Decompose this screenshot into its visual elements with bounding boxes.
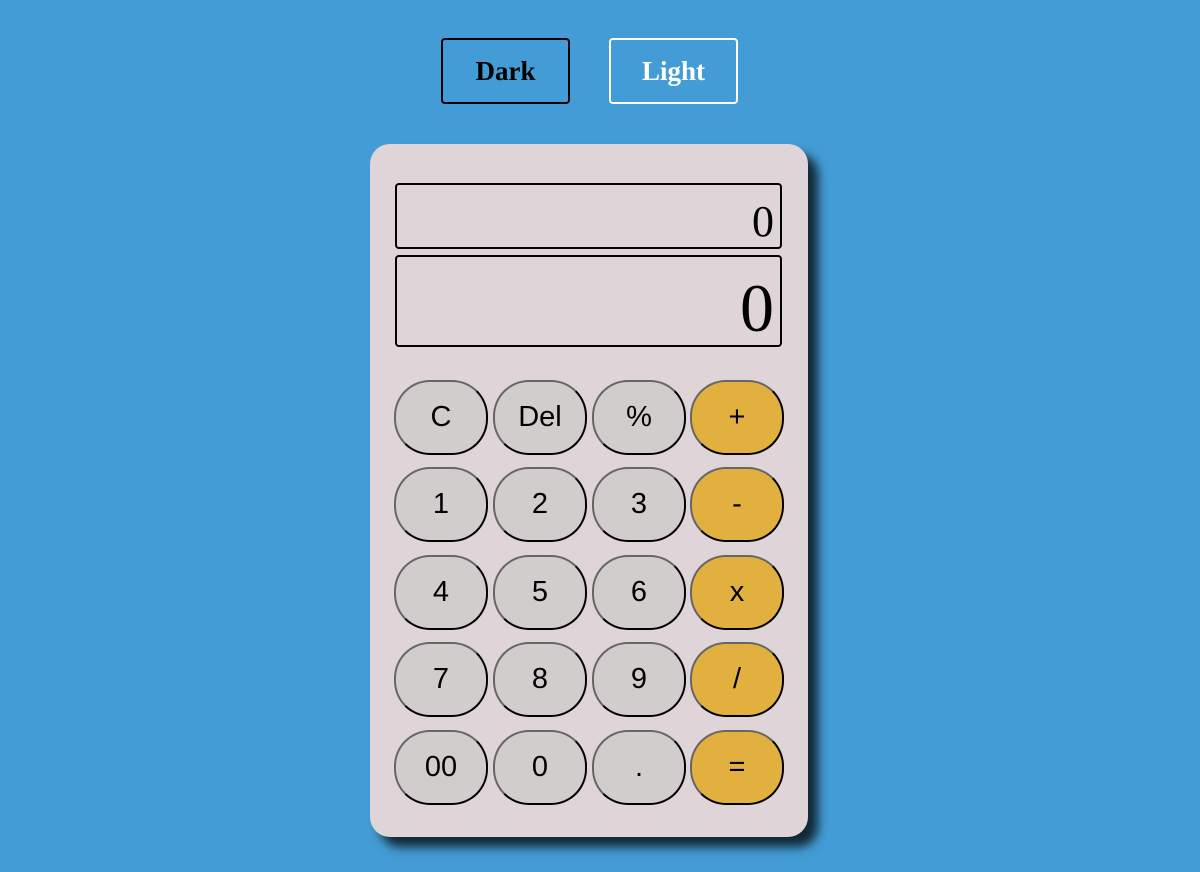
key-9-button[interactable]: 9 <box>592 642 686 717</box>
key-7-button[interactable]: 7 <box>394 642 488 717</box>
key-8-button[interactable]: 8 <box>493 642 587 717</box>
key-subtract-button[interactable]: - <box>690 467 784 542</box>
key-2-button[interactable]: 2 <box>493 467 587 542</box>
current-operand-display: 0 <box>395 255 782 347</box>
key-multiply-button[interactable]: x <box>690 555 784 630</box>
key-delete-button[interactable]: Del <box>493 380 587 455</box>
key-add-button[interactable]: + <box>690 380 784 455</box>
light-theme-button[interactable]: Light <box>609 38 738 104</box>
previous-operand-display: 0 <box>395 183 782 249</box>
key-0-button[interactable]: 0 <box>493 730 587 805</box>
key-3-button[interactable]: 3 <box>592 467 686 542</box>
key-clear-button[interactable]: C <box>394 380 488 455</box>
key-1-button[interactable]: 1 <box>394 467 488 542</box>
calculator: 0 0 C Del% +1 2 3-4 5 6 x 7 8 9/00 0. = <box>370 144 808 837</box>
key-double-zero-button[interactable]: 00 <box>394 730 488 805</box>
key-equals-button[interactable]: = <box>690 730 784 805</box>
key-6-button[interactable]: 6 <box>592 555 686 630</box>
key-percent-button[interactable]: % <box>592 380 686 455</box>
key-divide-button[interactable]: / <box>690 642 784 717</box>
key-decimal-button[interactable]: . <box>592 730 686 805</box>
dark-theme-button[interactable]: Dark <box>441 38 570 104</box>
key-4-button[interactable]: 4 <box>394 555 488 630</box>
key-5-button[interactable]: 5 <box>493 555 587 630</box>
